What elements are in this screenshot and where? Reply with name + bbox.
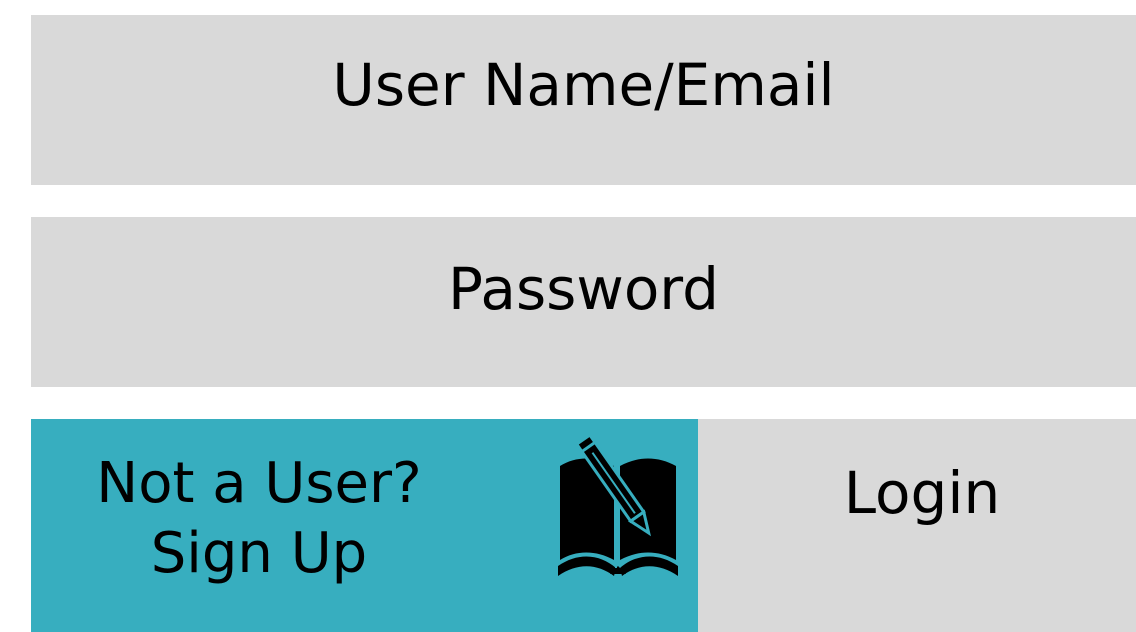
username-email-field[interactable]: User Name/Email — [31, 15, 1136, 185]
login-label: Login — [843, 459, 1001, 527]
book-pencil-icon — [558, 434, 678, 576]
login-button[interactable]: Login — [698, 419, 1136, 632]
signup-label-line1: Not a User? — [96, 451, 422, 516]
password-field[interactable]: Password — [31, 217, 1136, 387]
signup-label: Not a User? Sign Up — [31, 449, 487, 589]
password-placeholder: Password — [448, 255, 719, 323]
username-email-placeholder: User Name/Email — [332, 51, 835, 119]
signup-label-line2: Sign Up — [150, 521, 368, 586]
signup-button[interactable]: Not a User? Sign Up — [31, 419, 698, 632]
